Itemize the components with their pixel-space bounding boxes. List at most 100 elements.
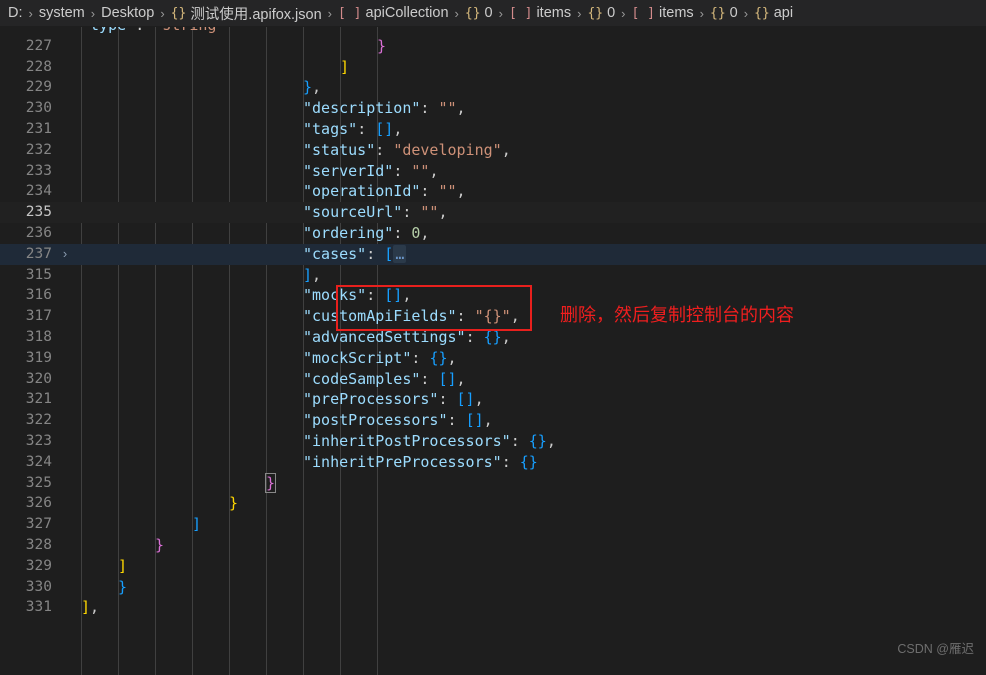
code-line[interactable]: 229}, (0, 77, 986, 98)
breadcrumb-item-label: apiCollection (365, 5, 449, 21)
line-number: 321 (25, 391, 52, 408)
code-line[interactable]: 317 "customApiFields": "{}", (0, 306, 986, 327)
code-text: } (155, 535, 164, 556)
code-line[interactable]: 233 "serverId": "", (0, 161, 986, 182)
code-token: ] (81, 598, 91, 617)
code-line[interactable]: 227} (0, 36, 986, 57)
breadcrumb-item-d[interactable]: D: (8, 5, 23, 21)
breadcrumb-item-items[interactable]: [ ] items (509, 5, 571, 21)
breadcrumb-item-api[interactable]: {} api (754, 5, 793, 21)
code-line[interactable]: 331], (0, 597, 986, 618)
code-text: "codeSamples": [], (303, 369, 466, 390)
code-text: } (229, 493, 238, 514)
code-token: : (510, 432, 529, 450)
code-token: , (456, 182, 466, 201)
code-text: "cases": [… (303, 244, 407, 265)
code-line[interactable]: 320 "codeSamples": [], (0, 369, 986, 390)
code-line[interactable]: 330} (0, 577, 986, 598)
code-line[interactable]: 228] (0, 57, 986, 78)
breadcrumb-item-apicollection[interactable]: [ ] apiCollection (338, 5, 449, 21)
code-token: , (447, 348, 457, 367)
file-path-breadcrumb[interactable]: D: › system › Desktop › {} 测试使用.apifox.json › [ ]… (0, 0, 986, 27)
code-token: : (447, 411, 466, 430)
code-token: ] (192, 515, 202, 534)
line-number: 329 (25, 557, 52, 574)
code-line[interactable]: 321 "preProcessors": [], (0, 389, 986, 410)
breadcrumb-item-label: api (773, 5, 794, 21)
code-token: [ (384, 244, 394, 263)
code-token: … (393, 244, 407, 263)
code-text: "inheritPreProcessors": {} (303, 452, 538, 473)
breadcrumb-separator: › (699, 5, 704, 21)
code-line[interactable]: 319 "mockScript": {}, (0, 348, 986, 369)
breadcrumb-item-label: 0 (729, 5, 738, 21)
code-line[interactable]: 316 "mocks": [], (0, 285, 986, 306)
code-token: : (420, 182, 439, 201)
breadcrumb-separator: › (577, 5, 582, 21)
line-number: 324 (25, 453, 52, 470)
code-line[interactable]: 326} (0, 493, 986, 514)
code-token: [] (375, 120, 394, 138)
breadcrumb-item-0[interactable]: {} 0 (587, 5, 615, 21)
code-token: : (420, 99, 439, 118)
code-token: , (501, 140, 511, 159)
code-line[interactable]: 315], (0, 265, 986, 286)
breadcrumb-item-apifox-json[interactable]: {} 测试使用.apifox.json (171, 3, 322, 24)
breadcrumb-separator: › (90, 5, 96, 21)
code-line[interactable]: 324 "inheritPreProcessors": {} (0, 452, 986, 473)
object-symbol-icon: {} (710, 5, 726, 21)
code-line[interactable]: 318 "advancedSettings": {}, (0, 327, 986, 348)
code-line[interactable]: 232 "status": "developing", (0, 140, 986, 161)
breadcrumb-item-label: items (536, 5, 572, 21)
line-number: 327 (25, 516, 52, 533)
code-text: "preProcessors": [], (303, 389, 484, 410)
code-line[interactable]: 236 "ordering": 0, (0, 223, 986, 244)
code-line[interactable]: 322 "postProcessors": [], (0, 410, 986, 431)
array-symbol-icon: [ ] (338, 5, 362, 21)
code-line[interactable]: 327] (0, 514, 986, 535)
code-token: "serverId" (303, 161, 394, 180)
line-number: 318 (25, 329, 52, 345)
code-token: } (377, 36, 387, 55)
line-number: 331 (25, 599, 52, 616)
code-line[interactable]: 329] (0, 556, 986, 577)
array-symbol-icon: [ ] (508, 5, 533, 21)
breadcrumb-item-0[interactable]: {} 0 (465, 5, 493, 21)
code-text: "serverId": "", (303, 161, 438, 182)
code-editor[interactable]: "type": "string"227}228]229}, 230 "descrip… (0, 27, 986, 675)
code-text: "ordering": 0, (303, 223, 429, 244)
line-number: 232 (25, 141, 52, 158)
code-token: , (312, 265, 322, 284)
code-line[interactable]: 328} (0, 535, 986, 556)
breadcrumb-item-system[interactable]: system (39, 5, 85, 21)
fold-chevron-icon[interactable]: › (58, 244, 72, 265)
code-token: , (456, 369, 466, 388)
code-token: : (501, 452, 520, 471)
code-token: "tags" (303, 120, 358, 138)
code-token: , (474, 390, 484, 409)
array-symbol-icon: [ ] (631, 5, 655, 21)
code-text: "status": "developing", (303, 140, 511, 161)
code-token: ] (340, 57, 350, 76)
code-text: "operationId": "", (303, 181, 466, 202)
code-line[interactable]: 235 "sourceUrl": "", (0, 202, 986, 223)
code-text: "customApiFields": "{}", (303, 306, 520, 327)
breadcrumb-item-items[interactable]: [ ] items (632, 5, 694, 21)
code-text: "description": "", (303, 98, 466, 119)
line-number: 234 (25, 183, 52, 200)
code-token: "mockScript" (303, 348, 412, 367)
code-line[interactable]: 325} (0, 472, 986, 494)
code-text: "mockScript": {}, (303, 348, 457, 369)
code-line[interactable]: 231 "tags": [], (0, 119, 986, 140)
line-number: 230 (25, 100, 52, 117)
breadcrumb-item-0[interactable]: {} 0 (710, 5, 738, 21)
code-text: "tags": [], (303, 119, 402, 140)
code-token: : (402, 203, 421, 222)
code-line[interactable]: 234 "operationId": "", (0, 181, 986, 202)
code-line[interactable]: 237 › "cases": [… (0, 243, 986, 265)
code-line[interactable]: 323 "inheritPostProcessors": {}, (0, 431, 986, 452)
code-line[interactable]: 230 "description": "", (0, 98, 986, 119)
breadcrumb-separator: › (621, 5, 626, 21)
code-line[interactable]: "type": "string" (0, 27, 986, 36)
breadcrumb-item-desktop[interactable]: Desktop (101, 5, 154, 21)
